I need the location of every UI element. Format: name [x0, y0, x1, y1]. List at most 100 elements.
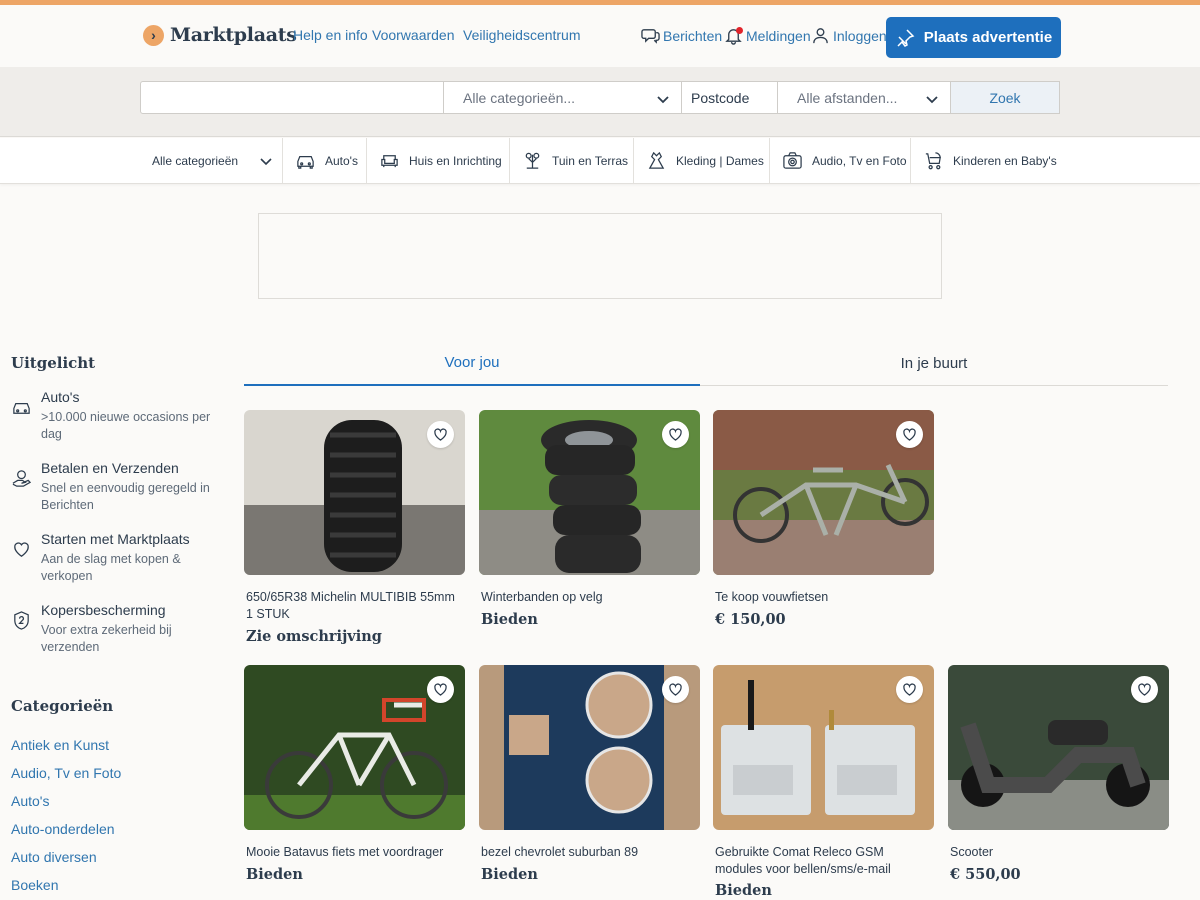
featured-item-payments[interactable]: Betalen en Verzenden Snel en eenvoudig g… — [11, 460, 211, 520]
listing-price: Bieden — [481, 866, 538, 883]
sidebar-category-link[interactable]: Antiek en Kunst — [11, 737, 109, 753]
place-ad-label: Plaats advertentie — [923, 29, 1053, 46]
messages-button[interactable]: Berichten — [641, 26, 722, 45]
category-label: Tuin en Terras — [552, 153, 629, 168]
favorite-button[interactable] — [1131, 676, 1158, 703]
category-label: Auto's — [325, 153, 358, 168]
place-ad-button[interactable]: Plaats advertentie — [886, 17, 1061, 58]
categories-heading: Categorieën — [11, 697, 114, 715]
tab-voor-jou[interactable]: Voor jou — [244, 341, 700, 386]
featured-item-buyer-protection[interactable]: Kopersbescherming Voor extra zekerheid b… — [11, 602, 211, 662]
featured-title: Betalen en Verzenden — [41, 460, 179, 476]
featured-title: Kopersbescherming — [41, 602, 166, 618]
messages-label: Berichten — [663, 27, 723, 44]
listing-price: Bieden — [715, 882, 772, 899]
favorite-button[interactable] — [427, 421, 454, 448]
user-icon — [813, 28, 828, 44]
shield-icon — [14, 611, 29, 630]
category-clothing[interactable]: Kleding | Dames — [634, 138, 770, 183]
sidebar-category-link[interactable]: Auto's — [11, 793, 49, 809]
safety-center-link[interactable]: Veiligheidscentrum — [463, 27, 581, 43]
featured-title: Starten met Marktplaats — [41, 531, 190, 547]
listing-price: € 550,00 — [950, 866, 1021, 883]
category-label: Kleding | Dames — [676, 153, 764, 168]
car-icon — [297, 156, 314, 169]
login-label: Inloggen — [833, 27, 887, 44]
listing-card[interactable]: Mooie Batavus fiets met voordrager Biede… — [244, 665, 465, 895]
listing-title: Mooie Batavus fiets met voordrager — [246, 845, 444, 859]
category-home[interactable]: Huis en Inrichting — [367, 138, 510, 183]
logo-icon: › — [143, 24, 164, 46]
category-garden[interactable]: Tuin en Terras — [510, 138, 634, 183]
listing-title: 650/65R38 Michelin MULTIBIB 55mm 1 STUK — [246, 590, 455, 621]
site-header: › Marktplaats Help en info Voorwaarden V… — [0, 5, 1200, 67]
featured-desc: Snel en eenvoudig geregeld in Berichten — [41, 481, 210, 512]
category-select[interactable]: Alle categorieën... — [443, 81, 682, 114]
category-kids[interactable]: Kinderen en Baby's — [911, 138, 1061, 183]
listing-price: Zie omschrijving — [246, 628, 382, 645]
heart-icon — [903, 428, 916, 441]
search-button[interactable]: Zoek — [950, 81, 1060, 114]
heart-icon — [669, 683, 682, 696]
logo-text: Marktplaats — [170, 24, 297, 46]
all-categories-menu[interactable]: Alle categorieën — [140, 138, 283, 183]
sidebar-category-link[interactable]: Auto-onderdelen — [11, 821, 115, 837]
favorite-button[interactable] — [662, 421, 689, 448]
heart-icon — [669, 428, 682, 441]
pin-icon — [897, 28, 915, 47]
listing-title: Gebruikte Comat Releco GSM modules voor … — [715, 845, 891, 876]
stroller-icon — [925, 152, 941, 170]
featured-item-getting-started[interactable]: Starten met Marktplaats Aan de slag met … — [11, 531, 211, 591]
favorite-button[interactable] — [662, 676, 689, 703]
listing-card[interactable]: 650/65R38 Michelin MULTIBIB 55mm 1 STUK … — [244, 410, 465, 650]
login-button[interactable]: Inloggen — [811, 26, 887, 45]
chevron-down-icon — [926, 96, 938, 104]
listing-card[interactable]: bezel chevrolet suburban 89 Bieden — [479, 665, 700, 895]
listing-card[interactable]: Te koop vouwfietsen € 150,00 — [713, 410, 934, 640]
notifications-button[interactable]: Meldingen — [724, 26, 811, 45]
search-input[interactable] — [140, 81, 444, 114]
listing-price: € 150,00 — [715, 611, 786, 628]
banner-ad-slot — [258, 213, 942, 299]
featured-desc: Voor extra zekerheid bij verzenden — [41, 623, 172, 654]
listing-price: Bieden — [246, 866, 303, 883]
category-label: Audio, Tv en Foto — [812, 153, 907, 168]
listing-price: Bieden — [481, 611, 538, 628]
category-select-value: Alle categorieën... — [463, 89, 576, 106]
listing-card[interactable]: Winterbanden op velg Bieden — [479, 410, 700, 640]
listing-card[interactable]: Scooter € 550,00 — [948, 665, 1169, 895]
category-audio[interactable]: Audio, Tv en Foto — [770, 138, 911, 183]
category-label: Kinderen en Baby's — [953, 153, 1057, 168]
sidebar-category-link[interactable]: Auto diversen — [11, 849, 97, 865]
listing-card[interactable]: Gebruikte Comat Releco GSM modules voor … — [713, 665, 934, 900]
listing-title: Winterbanden op velg — [481, 590, 603, 604]
postcode-field[interactable]: Postcode — [681, 81, 778, 114]
favorite-button[interactable] — [896, 676, 923, 703]
hand-coin-icon — [12, 470, 32, 487]
featured-item-cars[interactable]: Auto's >10.000 nieuwe occasions per dag — [11, 389, 211, 449]
chat-bubble-icon — [641, 29, 660, 44]
tab-in-je-buurt[interactable]: In je buurt — [700, 341, 1168, 386]
sidebar-category-link[interactable]: Audio, Tv en Foto — [11, 765, 121, 781]
terms-link[interactable]: Voorwaarden — [372, 27, 455, 43]
favorite-button[interactable] — [427, 676, 454, 703]
heart-icon — [14, 542, 29, 557]
chevron-down-icon — [260, 157, 272, 165]
featured-desc: >10.000 nieuwe occasions per dag — [41, 410, 211, 441]
listing-title: Te koop vouwfietsen — [715, 590, 829, 604]
distance-select[interactable]: Alle afstanden... — [777, 81, 951, 114]
featured-heading: Uitgelicht — [11, 354, 96, 372]
favorite-button[interactable] — [896, 421, 923, 448]
search-band: Alle categorieën... Postcode Alle afstan… — [0, 67, 1200, 137]
listing-title: Scooter — [950, 845, 994, 859]
bell-wrap — [724, 26, 743, 45]
sidebar-category-link[interactable]: Boeken — [11, 877, 58, 893]
heart-icon — [1138, 683, 1151, 696]
car-icon — [13, 403, 30, 414]
marktplaats-logo[interactable]: › Marktplaats — [143, 24, 297, 46]
featured-desc: Aan de slag met kopen & verkopen — [41, 552, 181, 583]
sofa-icon — [381, 155, 398, 168]
category-cars[interactable]: Auto's — [283, 138, 367, 183]
dress-icon — [648, 151, 665, 169]
help-link[interactable]: Help en info — [293, 27, 368, 43]
